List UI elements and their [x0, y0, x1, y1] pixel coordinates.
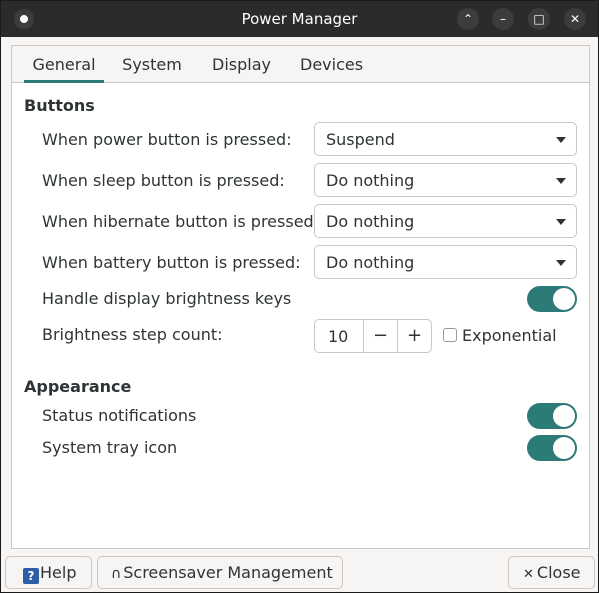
dropdown-arrow-icon [556, 178, 566, 184]
power-button-combo[interactable]: Suspend [314, 122, 577, 156]
brightness-step-value[interactable]: 10 [328, 327, 350, 346]
tab-system[interactable]: System [118, 46, 186, 83]
minimize-icon: – [500, 12, 506, 26]
power-manager-window: Power Manager ⌃ – □ ✕ General System Dis… [0, 0, 599, 593]
tab-display[interactable]: Display [208, 46, 272, 83]
screensaver-management-button[interactable]: ∩ Screensaver Management [97, 556, 343, 589]
system-tray-icon-switch[interactable] [527, 435, 577, 461]
settings-panel: General System Display Devices Buttons W… [11, 45, 590, 549]
system-tray-icon-label: System tray icon [42, 438, 178, 457]
status-notifications-switch[interactable] [527, 403, 577, 429]
help-icon: ? [23, 568, 39, 584]
tab-bar: General System Display Devices [12, 46, 589, 83]
switch-knob [553, 288, 575, 310]
buttons-section-title: Buttons [24, 96, 95, 115]
brightness-step-spinbutton[interactable]: 10 − + [314, 319, 432, 353]
power-button-label: When power button is pressed: [42, 130, 292, 149]
close-window-button[interactable]: ✕ [564, 8, 586, 30]
brightness-keys-switch[interactable] [527, 286, 577, 312]
help-button-label: Help [40, 563, 77, 582]
restore-window-button[interactable]: ⌃ [457, 8, 479, 30]
maximize-window-button[interactable]: □ [528, 8, 550, 30]
hibernate-button-value: Do nothing [326, 212, 415, 231]
switch-knob [553, 437, 575, 459]
dropdown-arrow-icon [556, 137, 566, 143]
status-notifications-label: Status notifications [42, 406, 197, 425]
hibernate-button-combo[interactable]: Do nothing [314, 204, 577, 238]
screensaver-button-label: Screensaver Management [123, 563, 333, 582]
brightness-step-label: Brightness step count: [42, 325, 223, 344]
close-icon: ✕ [523, 567, 534, 582]
appearance-section-title: Appearance [24, 377, 132, 396]
titlebar: Power Manager ⌃ – □ ✕ [1, 1, 598, 37]
switch-knob [553, 405, 575, 427]
battery-button-label: When battery button is pressed: [42, 253, 301, 272]
sleep-button-value: Do nothing [326, 171, 415, 190]
close-icon: ✕ [569, 12, 581, 26]
screensaver-icon: ∩ [111, 566, 122, 582]
tab-devices[interactable]: Devices [296, 46, 363, 83]
sleep-button-combo[interactable]: Do nothing [314, 163, 577, 197]
brightness-keys-label: Handle display brightness keys [42, 289, 292, 308]
help-button[interactable]: ? Help [5, 556, 92, 589]
exponential-checkbox[interactable] [443, 328, 457, 342]
power-button-value: Suspend [326, 130, 395, 149]
dropdown-arrow-icon [556, 219, 566, 225]
close-button-label: Close [536, 563, 581, 582]
hibernate-button-label: When hibernate button is pressed: [42, 212, 320, 231]
close-button[interactable]: ✕ Close [508, 556, 595, 589]
exponential-label[interactable]: Exponential [462, 326, 557, 345]
maximize-icon: □ [533, 12, 545, 26]
decrement-button[interactable]: − [363, 320, 397, 352]
battery-button-combo[interactable]: Do nothing [314, 245, 577, 279]
battery-button-value: Do nothing [326, 253, 415, 272]
sleep-button-label: When sleep button is pressed: [42, 171, 285, 190]
minimize-window-button[interactable]: – [492, 8, 514, 30]
dropdown-arrow-icon [556, 260, 566, 266]
increment-button[interactable]: + [397, 320, 431, 352]
chevron-up-icon: ⌃ [462, 12, 474, 26]
tab-general[interactable]: General [24, 46, 104, 83]
